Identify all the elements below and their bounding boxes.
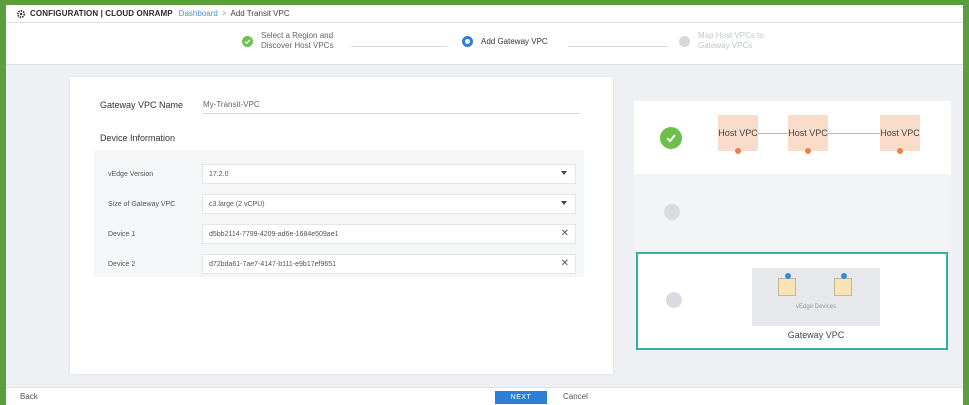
gateway-form-card: Gateway VPC Name Device Information vEdg… bbox=[70, 77, 613, 374]
device-2-row: Device 2 d72bda61-7ae7-4147-b111-e9b17ef… bbox=[94, 254, 584, 274]
field-value: 17.2.0 bbox=[209, 170, 229, 178]
gateway-vpc-box: vEdge Devices bbox=[752, 268, 880, 326]
step-label: Map Host VPCs to Gateway VPCs bbox=[698, 31, 764, 50]
device-info-box: vEdge Version 17.2.0 Size of Gateway VPC… bbox=[94, 150, 584, 277]
vedge-version-row: vEdge Version 17.2.0 bbox=[94, 164, 584, 184]
pending-step-icon bbox=[679, 35, 690, 47]
host-vpc-panel: Host VPC Host VPC Host VPC bbox=[634, 101, 951, 174]
page-title: CONFIGURATION | CLOUD ONRAMP bbox=[30, 9, 173, 18]
step-add-gateway[interactable]: Add Gateway VPC bbox=[462, 36, 548, 47]
mapping-panel bbox=[634, 174, 951, 250]
gateway-vpc-name-label: Gateway VPC Name bbox=[100, 100, 184, 110]
gateway-size-select[interactable]: c3.large (2 vCPU) bbox=[202, 194, 576, 214]
host-connector bbox=[828, 133, 880, 134]
gateway-vpc-title: Gateway VPC bbox=[787, 330, 845, 340]
check-circle-icon bbox=[660, 127, 682, 149]
connection-dot-icon bbox=[897, 148, 903, 154]
device-info-heading: Device Information bbox=[100, 133, 176, 143]
cancel-button[interactable]: Cancel bbox=[563, 392, 588, 401]
caret-down-icon bbox=[561, 201, 567, 205]
host-connector bbox=[758, 133, 788, 134]
next-button[interactable]: NEXT bbox=[495, 391, 547, 404]
host-vpc-node: Host VPC bbox=[880, 115, 920, 154]
app-window: CONFIGURATION | CLOUD ONRAMP Dashboard >… bbox=[6, 5, 963, 405]
pending-circle-icon bbox=[664, 204, 680, 220]
host-vpc-label: Host VPC bbox=[718, 128, 758, 138]
step-label: Add Gateway VPC bbox=[481, 37, 548, 46]
vedge-device-icon bbox=[778, 273, 796, 296]
top-bar: CONFIGURATION | CLOUD ONRAMP Dashboard >… bbox=[6, 5, 963, 23]
breadcrumb-dashboard-link[interactable]: Dashboard bbox=[179, 9, 218, 18]
connection-dot-icon bbox=[735, 148, 741, 154]
caret-down-icon bbox=[561, 171, 567, 175]
clear-icon[interactable]: ✕ bbox=[561, 228, 569, 240]
topology-diagram: Host VPC Host VPC Host VPC vEdge Devices bbox=[634, 101, 951, 379]
gateway-vpc-panel: vEdge Devices Gateway VPC bbox=[636, 252, 948, 350]
field-label: Device 2 bbox=[108, 260, 136, 268]
field-value: c3.large (2 vCPU) bbox=[209, 200, 265, 208]
host-vpc-node: Host VPC bbox=[788, 115, 828, 154]
check-icon bbox=[242, 35, 253, 47]
back-button[interactable]: Back bbox=[20, 392, 38, 401]
field-value: d72bda61-7ae7-4147-b111-e9b17ef9651 bbox=[209, 260, 337, 268]
device-1-row: Device 1 d5bb2114-7799-4209-ad6e-1684e50… bbox=[94, 224, 584, 244]
step-connector bbox=[351, 46, 447, 47]
step-select-region[interactable]: Select a Region and Discover Host VPCs bbox=[242, 31, 351, 51]
step-connector bbox=[568, 46, 668, 47]
device-1-field[interactable]: d5bb2114-7799-4209-ad6e-1684e509ae1 ✕ bbox=[202, 224, 576, 244]
wizard-stepper: Select a Region and Discover Host VPCs A… bbox=[6, 23, 963, 65]
gear-icon bbox=[16, 9, 26, 19]
device-2-field[interactable]: d72bda61-7ae7-4147-b111-e9b17ef9651 ✕ bbox=[202, 254, 576, 274]
breadcrumb-current: Add Transit VPC bbox=[230, 9, 290, 18]
gateway-size-row: Size of Gateway VPC c3.large (2 vCPU) bbox=[94, 194, 584, 214]
wizard-footer: Back NEXT Cancel bbox=[6, 387, 963, 405]
field-value: d5bb2114-7799-4209-ad6e-1684e509ae1 bbox=[209, 230, 339, 238]
pending-circle-icon bbox=[666, 292, 682, 308]
vedge-version-select[interactable]: 17.2.0 bbox=[202, 164, 576, 184]
gateway-vpc-name-input[interactable] bbox=[203, 96, 580, 114]
host-vpc-label: Host VPC bbox=[788, 128, 828, 138]
step-map-host-vpcs[interactable]: Map Host VPCs to Gateway VPCs bbox=[679, 31, 788, 51]
host-vpc-node: Host VPC bbox=[718, 115, 758, 154]
field-label: vEdge Version bbox=[108, 170, 154, 178]
breadcrumb-separator: > bbox=[221, 9, 227, 18]
step-label: Select a Region and Discover Host VPCs bbox=[261, 31, 334, 50]
vedge-devices-label: vEdge Devices bbox=[795, 304, 837, 310]
active-step-icon bbox=[462, 36, 473, 47]
vedge-device-icon bbox=[834, 273, 852, 296]
field-label: Size of Gateway VPC bbox=[108, 200, 176, 208]
field-label: Device 1 bbox=[108, 230, 136, 238]
connection-dot-icon bbox=[805, 148, 811, 154]
gateway-vpc-name-row: Gateway VPC Name bbox=[100, 95, 580, 115]
host-vpc-label: Host VPC bbox=[880, 128, 920, 138]
clear-icon[interactable]: ✕ bbox=[561, 258, 569, 270]
